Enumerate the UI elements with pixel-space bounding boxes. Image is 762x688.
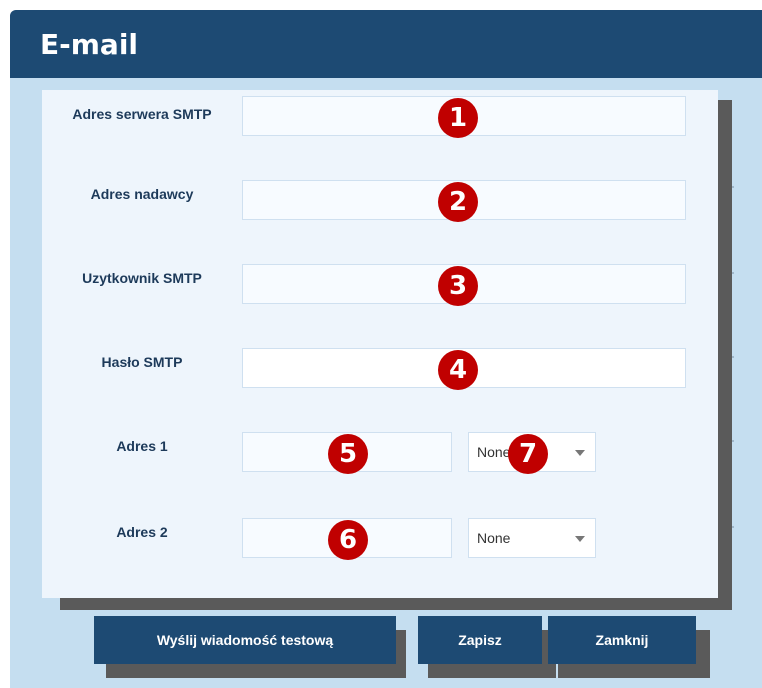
dialog-title: E-mail [40,28,139,61]
badge-3: 3 [438,266,478,306]
address1-label: Adres 1 [116,438,168,454]
badge-6: 6 [328,520,368,560]
save-button[interactable]: Zapisz [418,616,542,664]
row-address1: Adres 1 None 5 7 [42,432,718,492]
title-bar: E-mail [10,10,762,78]
address2-select-value: None [477,530,511,546]
form-panel: Adres serwera SMTP 1 Adres nadawcy 2 Uzy… [42,90,718,598]
badge-5: 5 [328,434,368,474]
row-address2: Adres 2 None 6 [42,518,718,578]
smtp-password-label: Hasło SMTP [101,354,183,370]
send-test-button[interactable]: Wyślij wiadomość testową [94,616,396,664]
address2-label: Adres 2 [116,524,168,540]
badge-2: 2 [438,182,478,222]
close-button[interactable]: Zamknij [548,616,696,664]
email-dialog: E-mail Adres serwera SMTP 1 Adres nadawc… [10,10,762,688]
badge-4: 4 [438,350,478,390]
row-sender: Adres nadawcy 2 [42,180,718,240]
badge-7: 7 [508,434,548,474]
smtp-server-label: Adres serwera SMTP [72,106,212,122]
sender-label: Adres nadawcy [90,186,194,202]
address1-select-value: None [477,444,511,460]
badge-1: 1 [438,98,478,138]
address2-select[interactable]: None [468,518,596,558]
smtp-user-label: Uzytkownik SMTP [82,270,202,286]
row-smtp-password: Hasło SMTP 4 [42,348,718,408]
chevron-down-icon [575,450,585,456]
row-smtp-user: Uzytkownik SMTP 3 [42,264,718,324]
row-smtp-server: Adres serwera SMTP 1 [42,96,718,156]
chevron-down-icon [575,536,585,542]
